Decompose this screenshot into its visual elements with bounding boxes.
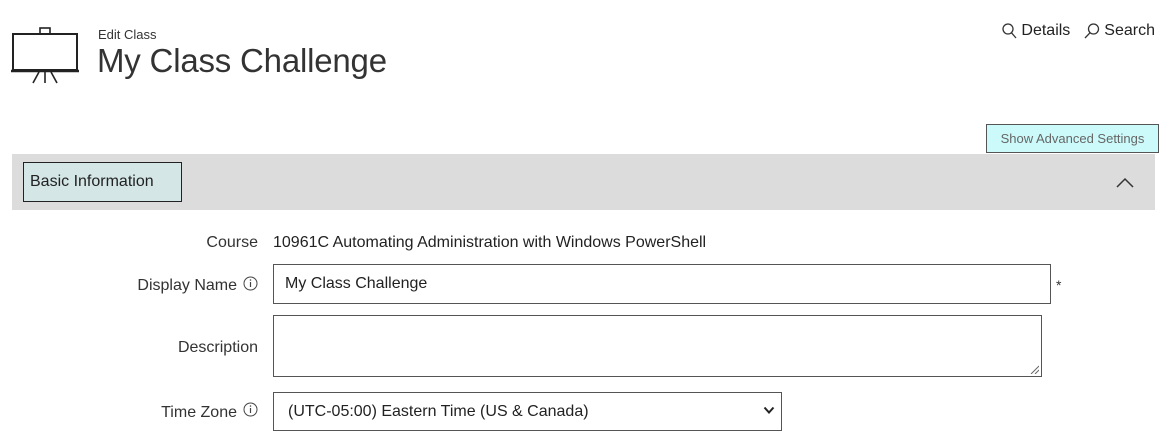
- presentation-board-icon: [11, 27, 79, 84]
- search-label: Search: [1104, 22, 1155, 39]
- details-label: Details: [1021, 22, 1071, 39]
- page-title: My Class Challenge: [97, 42, 387, 79]
- section-header-bar: Basic Information: [12, 154, 1155, 210]
- time-zone-value: (UTC-05:00) Eastern Time (US & Canada): [288, 402, 589, 420]
- page-subtitle: Edit Class: [98, 27, 157, 42]
- info-icon[interactable]: [243, 276, 258, 291]
- search-icon: [1084, 23, 1100, 39]
- search-link[interactable]: Search: [1084, 22, 1155, 40]
- magnifier-icon: [1002, 23, 1017, 39]
- info-icon[interactable]: [243, 402, 258, 417]
- display-name-field[interactable]: My Class Challenge: [273, 264, 1051, 304]
- show-advanced-settings-button[interactable]: Show Advanced Settings: [986, 124, 1159, 153]
- time-zone-select[interactable]: (UTC-05:00) Eastern Time (US & Canada): [273, 392, 782, 431]
- display-name-label: Display Name: [137, 277, 237, 294]
- chevron-up-icon[interactable]: [1115, 174, 1135, 190]
- details-link[interactable]: Details: [1001, 22, 1070, 40]
- basic-information-tab[interactable]: Basic Information: [23, 162, 182, 202]
- time-zone-label: Time Zone: [161, 404, 237, 421]
- top-links: Details Search: [1001, 22, 1155, 40]
- course-label: Course: [206, 234, 258, 251]
- description-field[interactable]: [273, 315, 1042, 377]
- description-label: Description: [177, 339, 258, 356]
- course-value: 10961C Automating Administration with Wi…: [273, 234, 707, 251]
- required-marker: *: [1056, 277, 1062, 293]
- chevron-down-icon: [763, 406, 775, 414]
- resize-grip-icon[interactable]: [1029, 364, 1039, 374]
